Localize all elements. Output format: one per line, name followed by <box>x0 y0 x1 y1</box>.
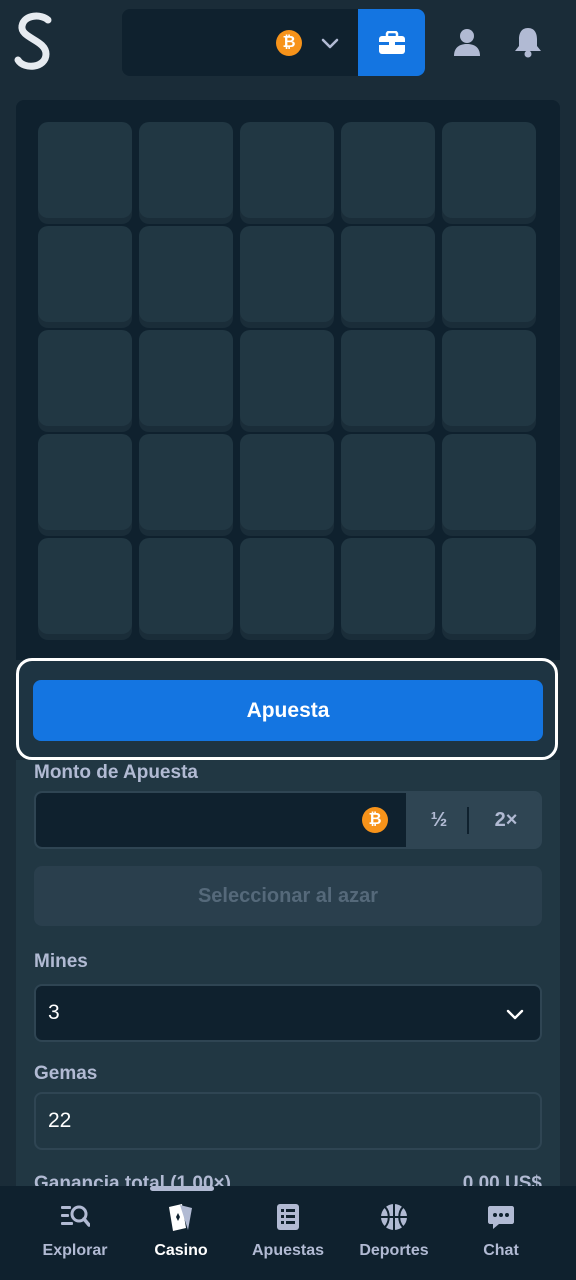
nav-explorar[interactable]: Explorar <box>25 1202 125 1268</box>
mine-tile[interactable] <box>240 122 334 218</box>
mine-tile[interactable] <box>240 226 334 322</box>
wallet-button[interactable] <box>358 9 425 76</box>
bet-amount-field: ₿ ½ 2× <box>34 791 542 849</box>
mine-tile[interactable] <box>442 122 536 218</box>
mine-tile[interactable] <box>38 122 132 218</box>
bell-icon <box>515 28 541 58</box>
mine-tile[interactable] <box>341 226 435 322</box>
mine-tile[interactable] <box>139 434 233 530</box>
divider <box>467 807 469 834</box>
bitcoin-icon: ₿ <box>276 30 302 56</box>
bet-amount-label: Monto de Apuesta <box>34 762 198 783</box>
mine-tile[interactable] <box>38 330 132 426</box>
wallet-selector: ₿ <box>122 9 425 76</box>
mines-value: 3 <box>48 1001 60 1024</box>
nav-deportes[interactable]: Deportes <box>344 1202 444 1268</box>
nav-label: Casino <box>154 1242 208 1259</box>
gems-label: Gemas <box>34 1063 98 1084</box>
mine-tile[interactable] <box>38 434 132 530</box>
mine-tile[interactable] <box>442 330 536 426</box>
random-pick-button[interactable]: Seleccionar al azar <box>34 866 542 926</box>
mine-tile[interactable] <box>341 434 435 530</box>
double-bet-button[interactable]: 2× <box>473 793 539 847</box>
mine-tile[interactable] <box>139 538 233 634</box>
bet-controls: Monto de Apuesta ₿ ½ 2× Seleccionar al a… <box>16 760 560 1194</box>
header: ₿ <box>0 0 576 84</box>
mine-tile[interactable] <box>240 434 334 530</box>
mine-tile[interactable] <box>240 330 334 426</box>
page: ₿ Monto de Apuesta ₿ ½ 2× Seleccionar al… <box>0 0 576 1280</box>
bottom-nav: Explorar Casino Apuestas Deportes Chat <box>0 1186 576 1280</box>
mine-tile[interactable] <box>139 226 233 322</box>
mine-tile[interactable] <box>442 434 536 530</box>
wallet-icon <box>378 30 405 54</box>
mine-tile[interactable] <box>442 538 536 634</box>
cards-icon <box>169 1204 192 1231</box>
mine-tile[interactable] <box>341 122 435 218</box>
basketball-icon <box>381 1204 407 1230</box>
tile-grid <box>38 122 538 640</box>
mine-tile[interactable] <box>442 226 536 322</box>
mine-tile[interactable] <box>341 330 435 426</box>
profile-button[interactable] <box>447 20 487 64</box>
mine-tile[interactable] <box>341 538 435 634</box>
bet-button-highlight: Apuesta <box>16 658 558 760</box>
chevron-down-icon <box>506 1009 524 1020</box>
chevron-down-icon <box>321 38 339 49</box>
notifications-button[interactable] <box>508 20 548 64</box>
half-bet-button[interactable]: ½ <box>406 793 472 847</box>
mine-tile[interactable] <box>139 330 233 426</box>
wallet-balance-dropdown[interactable]: ₿ <box>122 9 358 76</box>
mines-board <box>16 100 560 660</box>
nav-label: Explorar <box>42 1242 108 1259</box>
mine-tile[interactable] <box>38 538 132 634</box>
bitcoin-icon: ₿ <box>362 807 388 833</box>
nav-label: Deportes <box>359 1242 429 1259</box>
nav-chat[interactable]: Chat <box>451 1202 551 1268</box>
bet-slip-icon <box>277 1204 299 1230</box>
mine-tile[interactable] <box>38 226 132 322</box>
gems-value: 22 <box>48 1109 72 1132</box>
bet-button[interactable]: Apuesta <box>33 680 543 741</box>
mines-label: Mines <box>34 951 88 972</box>
mine-tile[interactable] <box>240 538 334 634</box>
bet-amount-input[interactable] <box>36 793 406 847</box>
nav-casino[interactable]: Casino <box>131 1202 231 1268</box>
nav-label: Apuestas <box>251 1242 325 1259</box>
user-icon <box>454 29 480 56</box>
nav-label: Chat <box>483 1242 519 1259</box>
logo-icon[interactable] <box>12 10 58 74</box>
search-icon <box>61 1205 90 1227</box>
gems-field: 22 <box>34 1092 542 1150</box>
chat-icon <box>488 1206 514 1229</box>
mine-tile[interactable] <box>139 122 233 218</box>
drawer-handle[interactable] <box>150 1186 214 1191</box>
mines-select[interactable]: 3 <box>34 984 542 1042</box>
nav-apuestas[interactable]: Apuestas <box>238 1202 338 1268</box>
